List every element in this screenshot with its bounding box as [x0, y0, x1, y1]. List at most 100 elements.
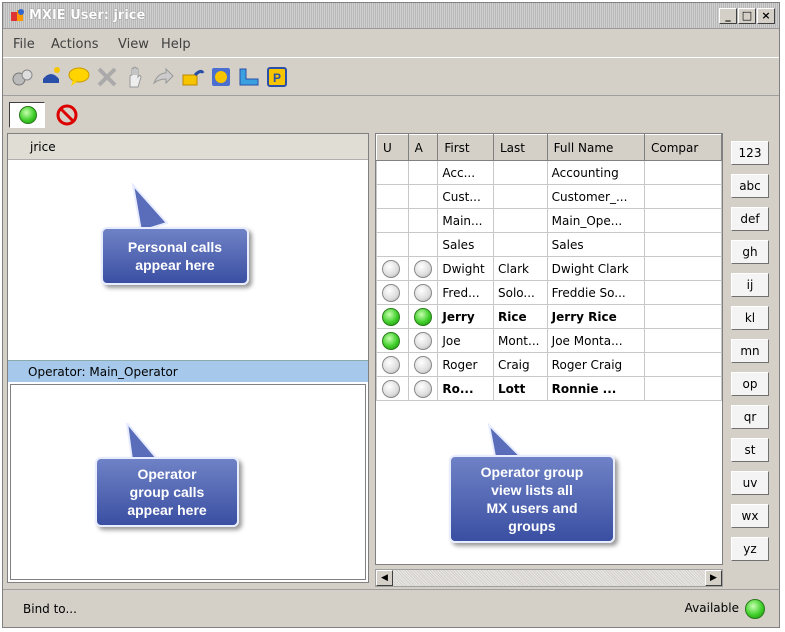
menu-file[interactable]: File — [13, 37, 35, 52]
alpha-button-mn[interactable]: mn — [731, 339, 769, 363]
full-name-cell: Sales — [546, 232, 645, 257]
full-name-cell: Ronnie ... — [546, 376, 645, 401]
alpha-button-st[interactable]: st — [731, 438, 769, 462]
available-status-icon[interactable] — [745, 599, 765, 619]
last-name-cell: Mont... — [493, 328, 548, 353]
close-button[interactable]: × — [757, 8, 775, 24]
company-cell — [643, 232, 722, 257]
horizontal-scrollbar[interactable]: ◀ ▶ — [375, 569, 723, 587]
menu-actions[interactable]: Actions — [51, 37, 99, 52]
status-circle-icon — [382, 379, 400, 398]
company-cell — [643, 208, 722, 233]
phone-ring-icon[interactable] — [39, 65, 63, 89]
alpha-button-123[interactable]: 123 — [731, 141, 769, 165]
company-cell — [643, 328, 722, 353]
voicemail-icon[interactable] — [181, 65, 205, 89]
user-status-cell — [376, 376, 409, 401]
company-cell — [643, 280, 722, 305]
full-name-cell: Customer_... — [546, 184, 645, 209]
dial-icon[interactable] — [11, 65, 35, 89]
column-u[interactable]: U — [376, 134, 409, 161]
last-name-cell: Rice — [493, 304, 548, 329]
first-name-cell: Ro... — [437, 376, 494, 401]
column-company[interactable]: Compar — [643, 134, 722, 161]
first-name-cell: Fred... — [437, 280, 494, 305]
alpha-button-abc[interactable]: abc — [731, 174, 769, 198]
alpha-button-op[interactable]: op — [731, 372, 769, 396]
agent-status-cell — [407, 304, 439, 329]
maximize-button[interactable]: □ — [738, 8, 756, 24]
table-row[interactable]: Sales Sales — [376, 232, 722, 257]
first-name-cell: Roger — [437, 352, 494, 377]
scroll-right-icon[interactable]: ▶ — [705, 570, 722, 586]
user-status-cell — [376, 352, 409, 377]
status-circle-icon — [413, 283, 432, 302]
agent-status-cell — [407, 256, 439, 281]
status-bar: Bind to... Available — [3, 589, 779, 627]
table-row[interactable]: Cust... Customer_... — [376, 184, 722, 209]
hold-icon[interactable] — [123, 65, 147, 89]
column-last[interactable]: Last — [493, 134, 548, 161]
table-row[interactable]: Fred... Solo... Freddie So... — [376, 280, 722, 305]
full-name-cell: Freddie So... — [546, 280, 645, 305]
column-a[interactable]: A — [407, 134, 439, 161]
table-row[interactable]: Jerry Rice Jerry Rice — [376, 304, 722, 329]
last-name-cell: Clark — [493, 256, 548, 281]
transfer-icon[interactable] — [151, 65, 175, 89]
bind-to-link[interactable]: Bind to... — [23, 602, 77, 616]
conference-icon[interactable] — [237, 65, 261, 89]
presence-bar — [3, 95, 779, 131]
first-name-cell: Acc... — [437, 160, 494, 185]
minimize-button[interactable]: _ — [719, 8, 737, 24]
alpha-button-kl[interactable]: kl — [731, 306, 769, 330]
first-name-cell: Sales — [437, 232, 494, 257]
alpha-button-wx[interactable]: wx — [731, 504, 769, 528]
alpha-button-gh[interactable]: gh — [731, 240, 769, 264]
table-row[interactable]: Joe Mont... Joe Monta... — [376, 328, 722, 353]
status-circle-icon — [382, 283, 400, 302]
user-status-cell — [376, 232, 409, 257]
status-circle-icon — [413, 307, 432, 326]
app-icon — [11, 9, 24, 21]
operator-header[interactable]: Operator: Main_Operator — [8, 360, 368, 382]
status-circle-icon — [382, 307, 400, 326]
alpha-button-def[interactable]: def — [731, 207, 769, 231]
callout-pointer-icon — [131, 183, 169, 233]
company-cell — [643, 184, 722, 209]
main-window: MXIE User: jrice _ □ × File Actions View… — [2, 2, 780, 628]
menu-view[interactable]: View — [118, 37, 149, 52]
status-circle-icon — [413, 331, 432, 350]
alpha-button-uv[interactable]: uv — [731, 471, 769, 495]
menu-bar: File Actions View Help — [3, 33, 779, 55]
chat-icon[interactable] — [67, 65, 91, 89]
full-name-cell: Joe Monta... — [546, 328, 645, 353]
alpha-button-yz[interactable]: yz — [731, 537, 769, 561]
last-name-cell — [493, 160, 548, 185]
table-row[interactable]: Ro... Lott Ronnie ... — [376, 376, 722, 401]
contacts-icon[interactable] — [209, 65, 233, 89]
alpha-button-qr[interactable]: qr — [731, 405, 769, 429]
company-cell — [643, 256, 722, 281]
svg-text:P: P — [273, 71, 281, 85]
last-name-cell — [493, 232, 548, 257]
title-bar[interactable]: MXIE User: jrice _ □ × — [3, 3, 779, 29]
agent-status-cell — [407, 160, 439, 185]
column-first[interactable]: First — [437, 134, 494, 161]
table-row[interactable]: Main... Main_Ope... — [376, 208, 722, 233]
menu-help[interactable]: Help — [161, 37, 191, 52]
park-icon[interactable]: P — [265, 65, 289, 89]
available-toggle[interactable] — [9, 102, 45, 128]
agent-status-cell — [407, 280, 439, 305]
table-row[interactable]: Roger Craig Roger Craig — [376, 352, 722, 377]
status-label: Available — [684, 601, 739, 615]
column-full-name[interactable]: Full Name — [546, 134, 645, 161]
alpha-button-ij[interactable]: ij — [731, 273, 769, 297]
user-status-cell — [376, 160, 409, 185]
scroll-left-icon[interactable]: ◀ — [376, 570, 393, 586]
status-circle-icon — [413, 355, 432, 374]
company-cell — [643, 160, 722, 185]
hangup-icon[interactable] — [95, 65, 119, 89]
table-row[interactable]: Acc... Accounting — [376, 160, 722, 185]
do-not-disturb-icon[interactable] — [53, 102, 81, 128]
table-row[interactable]: Dwight Clark Dwight Clark — [376, 256, 722, 281]
